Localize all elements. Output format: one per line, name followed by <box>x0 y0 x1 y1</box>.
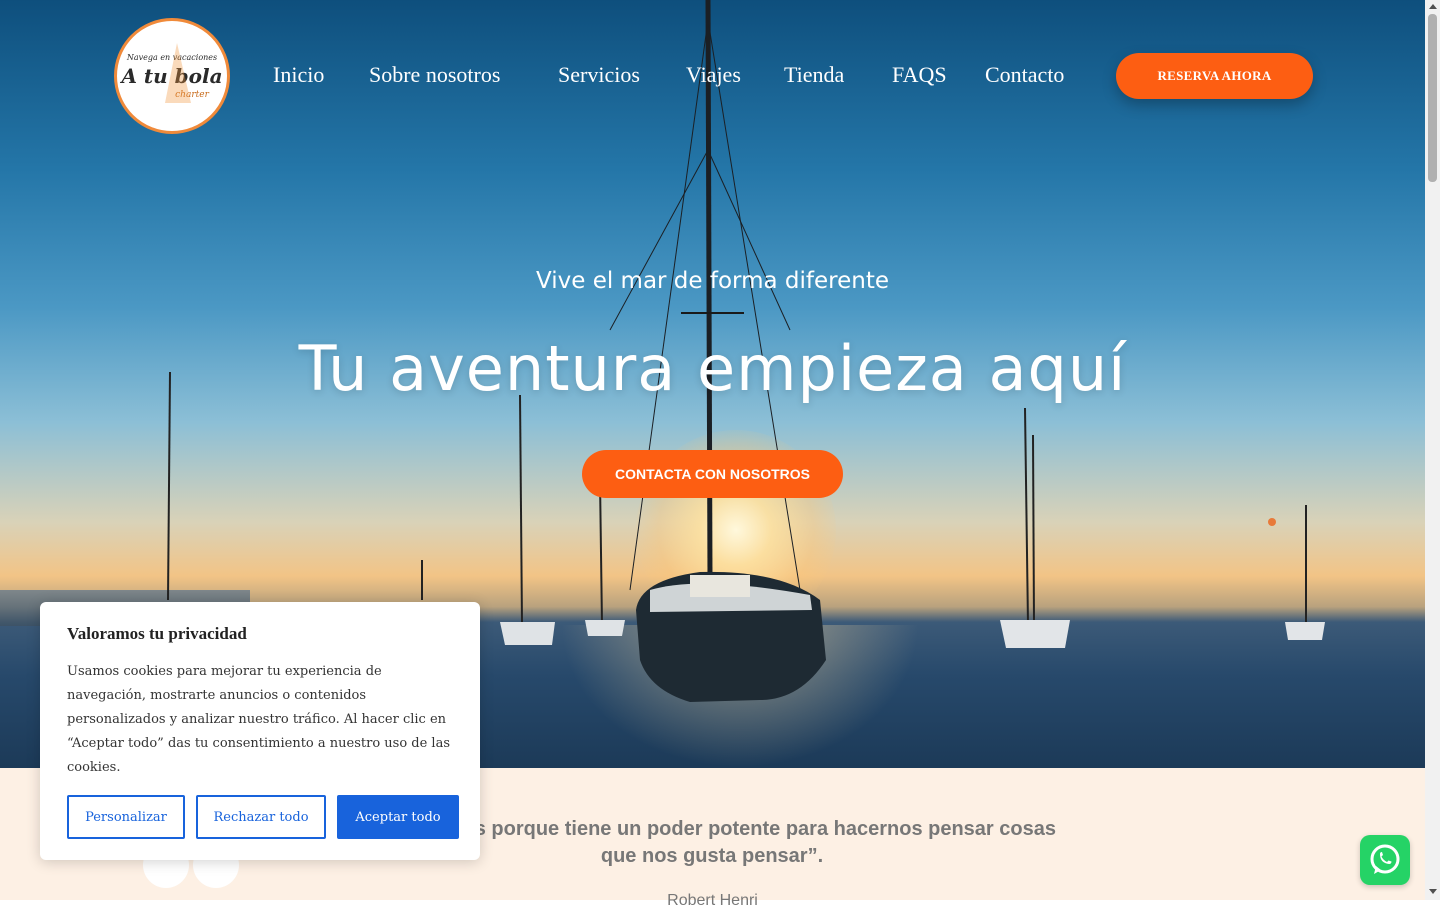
cookie-title: Valoramos tu privacidad <box>67 624 247 643</box>
quote-author: Robert Henri <box>667 892 758 909</box>
nav-item-servicios[interactable]: Servicios <box>558 62 640 88</box>
reserve-now-button[interactable]: RESERVA AHORA <box>1116 53 1313 99</box>
cookie-actions: Personalizar Rechazar todo Aceptar todo <box>67 795 459 839</box>
sail-icon <box>165 43 191 103</box>
reject-all-button[interactable]: Rechazar todo <box>196 795 326 839</box>
scroll-up-arrow-icon[interactable] <box>1429 4 1437 9</box>
accept-all-button[interactable]: Aceptar todo <box>337 795 459 839</box>
whatsapp-icon <box>1370 844 1400 874</box>
nav-item-inicio[interactable]: Inicio <box>273 62 324 88</box>
contact-us-button[interactable]: CONTACTA CON NOSOTROS <box>582 450 843 498</box>
nav-item-faqs[interactable]: FAQS <box>892 62 947 88</box>
hero-divider <box>681 312 744 314</box>
whatsapp-button[interactable] <box>1360 835 1410 885</box>
nav-item-viajes[interactable]: Viajes <box>686 62 741 88</box>
customize-button[interactable]: Personalizar <box>67 795 185 839</box>
scroll-down-arrow-icon[interactable] <box>1429 889 1437 894</box>
hero-subtitle: Vive el mar de forma diferente <box>536 268 889 294</box>
scrollbar-thumb[interactable] <box>1428 14 1437 182</box>
site-logo[interactable]: Navega en vacaciones A tu bola charter <box>114 18 230 134</box>
nav-item-tienda[interactable]: Tienda <box>784 62 844 88</box>
cookie-description: Usamos cookies para mejorar tu experienc… <box>67 664 451 775</box>
nav-item-sobre-nosotros[interactable]: Sobre nosotros <box>369 62 500 88</box>
cookie-consent-dialog: Valoramos tu privacidad Usamos cookies p… <box>40 602 480 860</box>
nav-item-contacto[interactable]: Contacto <box>985 62 1064 88</box>
hero-title: Tu aventura empieza aquí <box>298 332 1127 405</box>
